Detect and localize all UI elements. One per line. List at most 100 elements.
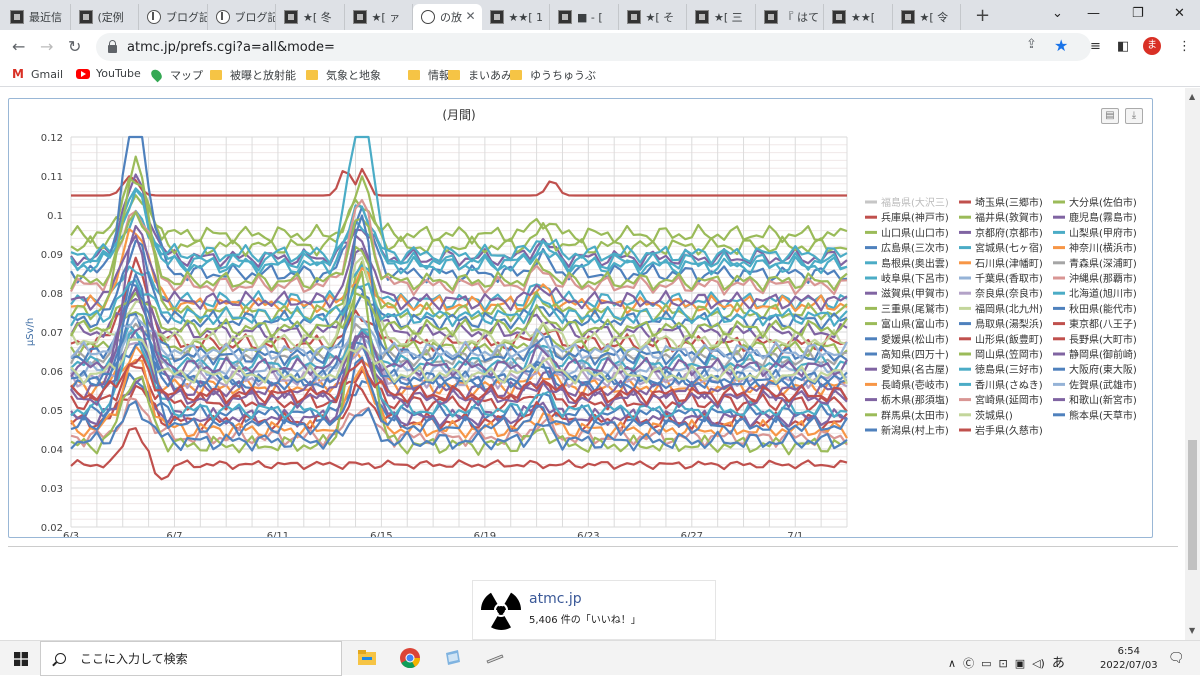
bookmark-star-icon[interactable]: ★ bbox=[1054, 36, 1068, 55]
taskbar-search[interactable]: ここに入力して検索 bbox=[40, 641, 342, 676]
reload-button[interactable]: ↻ bbox=[68, 37, 81, 56]
system-tray[interactable]: ∧ Ⓒ ▭ ⊡ ▣ ◁) あ bbox=[948, 652, 1065, 671]
browser-tab[interactable]: の放 ✕ bbox=[413, 4, 482, 30]
scrollbar-thumb[interactable] bbox=[1188, 440, 1197, 570]
notification-icon[interactable]: 🗨 bbox=[1168, 651, 1185, 666]
chevron-down-icon[interactable]: ⌄ bbox=[1052, 6, 1063, 21]
legend-item: 愛知県(名古屋) bbox=[881, 363, 949, 376]
page-scrollbar[interactable]: ▲ ▼ bbox=[1185, 88, 1200, 640]
close-tab-icon[interactable]: ✕ bbox=[465, 9, 475, 23]
mic-icon[interactable]: Ⓒ bbox=[963, 657, 974, 670]
maps-pin-icon bbox=[149, 67, 164, 83]
blog-favicon-icon bbox=[147, 10, 161, 24]
volume-icon[interactable]: ◁) bbox=[1032, 657, 1045, 670]
clock[interactable]: 6:54 2022/07/03 bbox=[1100, 645, 1158, 673]
tab-label: ブログ記 bbox=[166, 11, 208, 24]
facebook-page-name[interactable]: atmc.jp bbox=[529, 591, 582, 607]
browser-tab[interactable]: ★★[ bbox=[824, 4, 893, 30]
legend-item: 群馬県(太田市) bbox=[881, 409, 949, 422]
chrome-icon[interactable] bbox=[399, 647, 421, 669]
atmc-favicon-icon bbox=[352, 10, 367, 24]
network-icon[interactable]: ⊡ bbox=[998, 657, 1007, 670]
bookmark-item[interactable]: まいあみ bbox=[448, 67, 512, 83]
gmail-icon: M bbox=[12, 67, 24, 81]
profile-avatar[interactable]: ま bbox=[1143, 37, 1161, 55]
notepad-app-icon[interactable] bbox=[442, 647, 464, 669]
maximize-button[interactable]: ❐ bbox=[1132, 6, 1144, 21]
page-content: (月間) μSv/h 0.12 0.11 0.1 0.09 0.08 0.07 0.06 0.05… bbox=[0, 88, 1185, 640]
legend-item: 岩手県(久慈市) bbox=[975, 424, 1043, 437]
facebook-like-box[interactable]: atmc.jp 5,406 件の「いいね！」 bbox=[472, 580, 716, 640]
bookmark-label: 被曝と放射能 bbox=[230, 69, 296, 82]
side-panel-icon[interactable]: ◧ bbox=[1117, 39, 1129, 54]
legend-item: 神奈川(横浜市) bbox=[1069, 242, 1137, 255]
youtube-icon bbox=[76, 68, 90, 79]
url-text[interactable]: atmc.jp/prefs.cgi?a=all&mode= bbox=[127, 40, 335, 55]
browser-tab[interactable]: ★[ そ bbox=[619, 4, 687, 30]
legend-item: 高知県(四万十) bbox=[881, 348, 949, 361]
x-tick-label: 6/11 bbox=[267, 531, 289, 537]
bookmark-item[interactable]: YouTube bbox=[76, 67, 141, 80]
radiation-line-chart: (月間) μSv/h 0.12 0.11 0.1 0.09 0.08 0.07 0.06 0.05… bbox=[25, 108, 1137, 537]
browser-tab[interactable]: 『 はて bbox=[756, 4, 824, 30]
x-tick-label: 6/19 bbox=[474, 531, 496, 537]
tab-label: (定例 bbox=[97, 11, 124, 24]
lock-icon[interactable] bbox=[108, 40, 117, 53]
scroll-up-icon[interactable]: ▲ bbox=[1189, 92, 1195, 101]
ime-indicator[interactable]: あ bbox=[1052, 656, 1065, 671]
browser-tab[interactable]: ■ - [ bbox=[550, 4, 619, 30]
browser-tab[interactable]: ブログ記 bbox=[208, 4, 276, 30]
legend-item: 秋田県(能代市) bbox=[1069, 302, 1137, 315]
back-button[interactable]: ← bbox=[12, 37, 25, 56]
folder-icon bbox=[306, 70, 318, 80]
browser-tab[interactable]: ★[ 令 bbox=[893, 4, 961, 30]
legend-item: 岡山県(笠岡市) bbox=[975, 348, 1043, 361]
browser-tab[interactable]: ★★[ 1 bbox=[482, 4, 550, 30]
close-window-button[interactable]: ✕ bbox=[1174, 6, 1185, 21]
browser-tab[interactable]: ★[ ァ bbox=[345, 4, 413, 30]
address-bar[interactable]: atmc.jp/prefs.cgi?a=all&mode= bbox=[96, 33, 1091, 61]
x-tick-label: 6/23 bbox=[577, 531, 599, 537]
atmc-favicon-icon bbox=[695, 10, 709, 24]
legend-item: 島根県(奥出雲) bbox=[881, 257, 949, 270]
reading-list-icon[interactable]: ≡ bbox=[1090, 39, 1101, 54]
bookmark-item[interactable]: 気象と地象 bbox=[306, 67, 381, 83]
globe-favicon-icon bbox=[421, 10, 435, 24]
tab-label: 最近信 bbox=[29, 11, 62, 24]
legend-item: 滋賀県(甲賀市) bbox=[881, 287, 949, 300]
browser-tab[interactable]: ★[ 三 bbox=[687, 4, 756, 30]
browser-tab[interactable]: ブログ記 bbox=[139, 4, 208, 30]
share-icon[interactable]: ⇪ bbox=[1026, 37, 1037, 52]
y-tick-label: 0.02 bbox=[41, 523, 63, 534]
chevron-up-icon[interactable]: ∧ bbox=[948, 657, 956, 670]
print-icon[interactable]: ▤ bbox=[1101, 108, 1119, 124]
new-tab-button[interactable]: + bbox=[975, 5, 990, 26]
scroll-down-icon[interactable]: ▼ bbox=[1189, 626, 1195, 635]
bookmark-item[interactable]: M Gmail bbox=[12, 67, 63, 81]
legend-item: 沖縄県(那覇市) bbox=[1069, 272, 1137, 285]
bookmark-item[interactable]: 被曝と放射能 bbox=[210, 67, 296, 83]
menu-icon[interactable]: ⋮ bbox=[1178, 39, 1191, 54]
browser-tab[interactable]: 最近信 bbox=[2, 4, 71, 30]
y-tick-label: 0.06 bbox=[41, 367, 63, 378]
browser-tab[interactable]: (定例 bbox=[71, 4, 139, 30]
tab-label: ★[ 三 bbox=[714, 11, 743, 24]
browser-tab[interactable]: ★[ 冬 bbox=[276, 4, 345, 30]
bookmark-item[interactable]: 情報 bbox=[408, 67, 450, 83]
file-explorer-icon[interactable] bbox=[356, 647, 378, 669]
forward-button[interactable]: → bbox=[40, 37, 53, 56]
windows-start-icon[interactable] bbox=[14, 652, 28, 666]
tab-label: ★[ 令 bbox=[919, 11, 949, 24]
clock-date: 2022/07/03 bbox=[1100, 660, 1158, 671]
tab-label: 『 はて bbox=[782, 11, 820, 24]
bookmark-item[interactable]: ゆうちゅうぶ bbox=[510, 67, 596, 83]
display-icon[interactable]: ▣ bbox=[1015, 657, 1025, 670]
pen-app-icon[interactable] bbox=[484, 647, 506, 669]
minimize-button[interactable]: — bbox=[1087, 6, 1100, 21]
atmc-favicon-icon bbox=[832, 10, 846, 24]
bookmark-label: まいあみ bbox=[468, 69, 512, 82]
legend-item: 静岡県(御前崎) bbox=[1069, 348, 1137, 361]
battery-icon[interactable]: ▭ bbox=[981, 657, 991, 670]
download-icon[interactable]: ⤓ bbox=[1125, 108, 1143, 124]
bookmark-item[interactable]: マップ bbox=[149, 67, 203, 83]
